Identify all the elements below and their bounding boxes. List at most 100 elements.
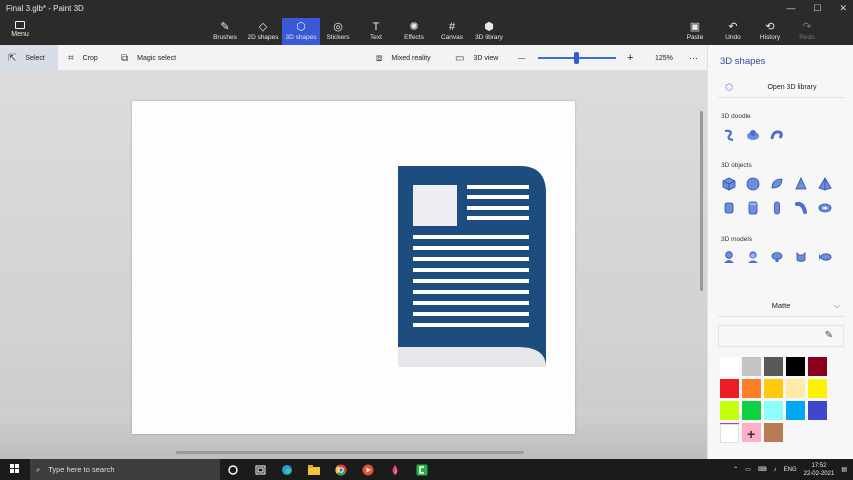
zoom-in-button[interactable]: + [627,45,633,71]
man-model-icon[interactable] [720,248,738,266]
network-icon[interactable]: ⌨ [758,466,767,473]
3d-view-button[interactable]: ▭ 3D view [455,45,498,71]
soft-edge-doodle-icon[interactable] [744,126,762,144]
paint-3d-taskbar-icon[interactable] [386,461,404,478]
tool-effects[interactable]: ✺ Effects [402,18,426,45]
document-line [413,235,529,239]
tube-doodle-icon[interactable] [768,126,786,144]
more-button[interactable]: ··· [689,45,698,71]
window-title: Final 3.glb* - Paint 3D [6,4,84,13]
canvas[interactable] [132,101,575,434]
torus-icon[interactable] [816,199,834,217]
task-view-icon[interactable] [251,461,269,478]
capsule-icon[interactable] [768,199,786,217]
file-explorer-icon[interactable] [305,461,323,478]
crop-icon: ⌗ [68,52,74,64]
color-swatch[interactable] [720,379,739,398]
eyedropper-icon[interactable]: ✎ [825,330,833,341]
color-swatch[interactable] [786,357,805,376]
tool-text[interactable]: T Text [366,18,386,45]
vertical-scrollbar[interactable] [700,111,703,291]
color-swatch[interactable] [808,357,827,376]
windows-start-icon[interactable] [10,464,20,474]
history-button[interactable]: ⟲ History [758,18,782,45]
dog-model-icon[interactable] [768,248,786,266]
color-swatch[interactable] [742,357,761,376]
redo-button[interactable]: ↷ Redo [796,18,818,45]
edge-icon[interactable] [278,461,296,478]
crop-button[interactable]: ⌗ Crop [68,45,98,71]
sphere-icon[interactable] [744,175,762,193]
document-line [413,268,529,272]
color-swatch[interactable] [720,401,739,420]
color-swatch[interactable] [808,401,827,420]
cat-model-icon[interactable] [792,248,810,266]
zoom-out-button[interactable]: — [518,45,525,71]
document-line [413,312,529,316]
magic-select-button[interactable]: ⧉ Magic select [121,45,176,71]
tool-brushes[interactable]: ✎ Brushes [211,18,239,45]
minimize-button[interactable]: — [786,3,795,14]
menu-button[interactable]: Menu [8,21,32,38]
brush-icon: ✎ [220,21,230,33]
horizontal-scrollbar[interactable] [176,451,524,454]
effects-icon: ✺ [409,21,419,33]
redo-icon: ↷ [802,21,812,33]
close-button[interactable]: ✕ [839,3,847,14]
tool-3d-shapes[interactable]: ⬡ 3D shapes [282,18,320,45]
models-row [720,248,834,266]
objects-row-1 [720,175,834,193]
color-swatch[interactable] [786,401,805,420]
taskbar-search-box[interactable]: ⌕ Type here to search [30,459,220,480]
material-value: Matte [771,301,791,310]
cortana-icon[interactable] [224,461,242,478]
mixed-reality-button[interactable]: ⧈ Mixed reality [376,45,431,71]
tool-3d-library[interactable]: ⬢ 3D library [473,18,505,45]
chrome-icon[interactable] [332,461,350,478]
color-swatch[interactable] [764,401,783,420]
action-center-tray-icon[interactable]: ▭ [745,466,751,473]
tool-2d-shapes[interactable]: ◇ 2D shapes [246,18,280,45]
color-swatch[interactable] [720,357,739,376]
cone-icon[interactable] [792,175,810,193]
color-swatch[interactable] [764,379,783,398]
cube-icon[interactable] [720,175,738,193]
color-swatch[interactable] [742,379,761,398]
select-button[interactable]: ⇱ Select [0,45,58,71]
woman-model-icon[interactable] [744,248,762,266]
material-dropdown[interactable]: Matte ⌵ [718,295,844,317]
taskbar: ⌕ Type here to search ⌃ ▭ ⌨ ♪ ENG 17:52 … [0,459,853,480]
color-swatch[interactable] [764,423,783,442]
paste-button[interactable]: ▣ Paste [684,18,706,45]
tube-icon[interactable] [744,199,762,217]
pyramid-icon[interactable] [816,175,834,193]
maximize-button[interactable]: ☐ [813,3,821,14]
fish-model-icon[interactable] [816,248,834,266]
zoom-slider-thumb[interactable] [574,52,579,64]
cursor-icon: ⇱ [8,52,17,64]
color-swatch[interactable] [742,401,761,420]
media-player-icon[interactable] [359,461,377,478]
document-line [467,195,529,199]
open-3d-library-button[interactable]: ⬡ Open 3D library [718,78,844,98]
cylinder-icon[interactable] [720,199,738,217]
text-icon: T [372,21,380,33]
sharp-edge-doodle-icon[interactable] [720,126,738,144]
hemisphere-icon[interactable] [768,175,786,193]
tool-canvas[interactable]: # Canvas [440,18,464,45]
color-swatch[interactable] [764,357,783,376]
curved-cylinder-icon[interactable] [792,199,810,217]
custom-color-swatch[interactable] [720,424,739,443]
document-3d-shape[interactable] [132,101,575,434]
tool-stickers[interactable]: ◎ Stickers [325,18,351,45]
notifications-icon[interactable]: ▤ [841,466,847,473]
undo-button[interactable]: ↶ Undo [722,18,744,45]
volume-icon[interactable]: ♪ [774,467,777,473]
clock[interactable]: 17:52 22-02-2021 [804,462,835,478]
tray-overflow-icon[interactable]: ⌃ [733,466,738,473]
camtasia-icon[interactable] [413,461,431,478]
color-swatch[interactable] [786,379,805,398]
color-swatch[interactable] [808,379,827,398]
language-indicator[interactable]: ENG [784,467,797,473]
add-color-button[interactable]: + [747,426,755,442]
